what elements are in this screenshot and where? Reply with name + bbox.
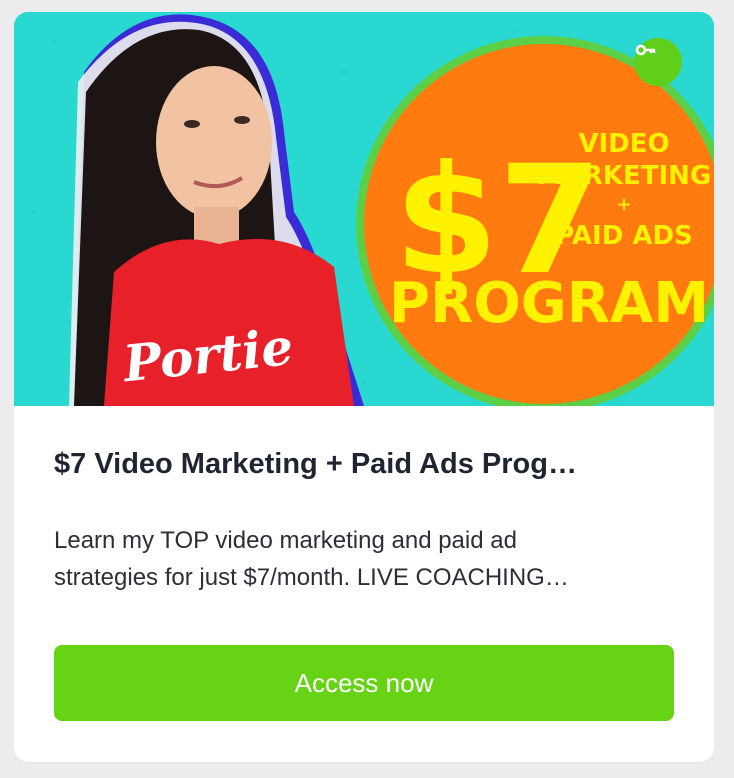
thumbnail-artwork: Portie $7 VIDEO MARKETING + PAID ADS PRO… [14,12,714,406]
description-line: Learn my TOP video marketing and paid ad [54,527,517,554]
product-card[interactable]: Portie $7 VIDEO MARKETING + PAID ADS PRO… [14,12,714,762]
headline-line2: MARKETING [537,161,711,191]
product-thumbnail[interactable]: Portie $7 VIDEO MARKETING + PAID ADS PRO… [14,12,714,406]
program-text: PROGRAM [389,271,709,336]
access-now-button[interactable]: Access now [54,645,674,721]
headline-plus: + [616,194,631,215]
description-line: strategies for just $7/month. LIVE COACH… [54,564,569,591]
face [156,66,272,218]
key-icon [634,38,682,86]
headline-line1: VIDEO [578,129,669,159]
card-title: $7 Video Marketing + Paid Ads Prog… [54,448,577,480]
card-description: Learn my TOP video marketing and paid ad… [54,522,674,596]
headline-line3: PAID ADS [555,221,693,251]
